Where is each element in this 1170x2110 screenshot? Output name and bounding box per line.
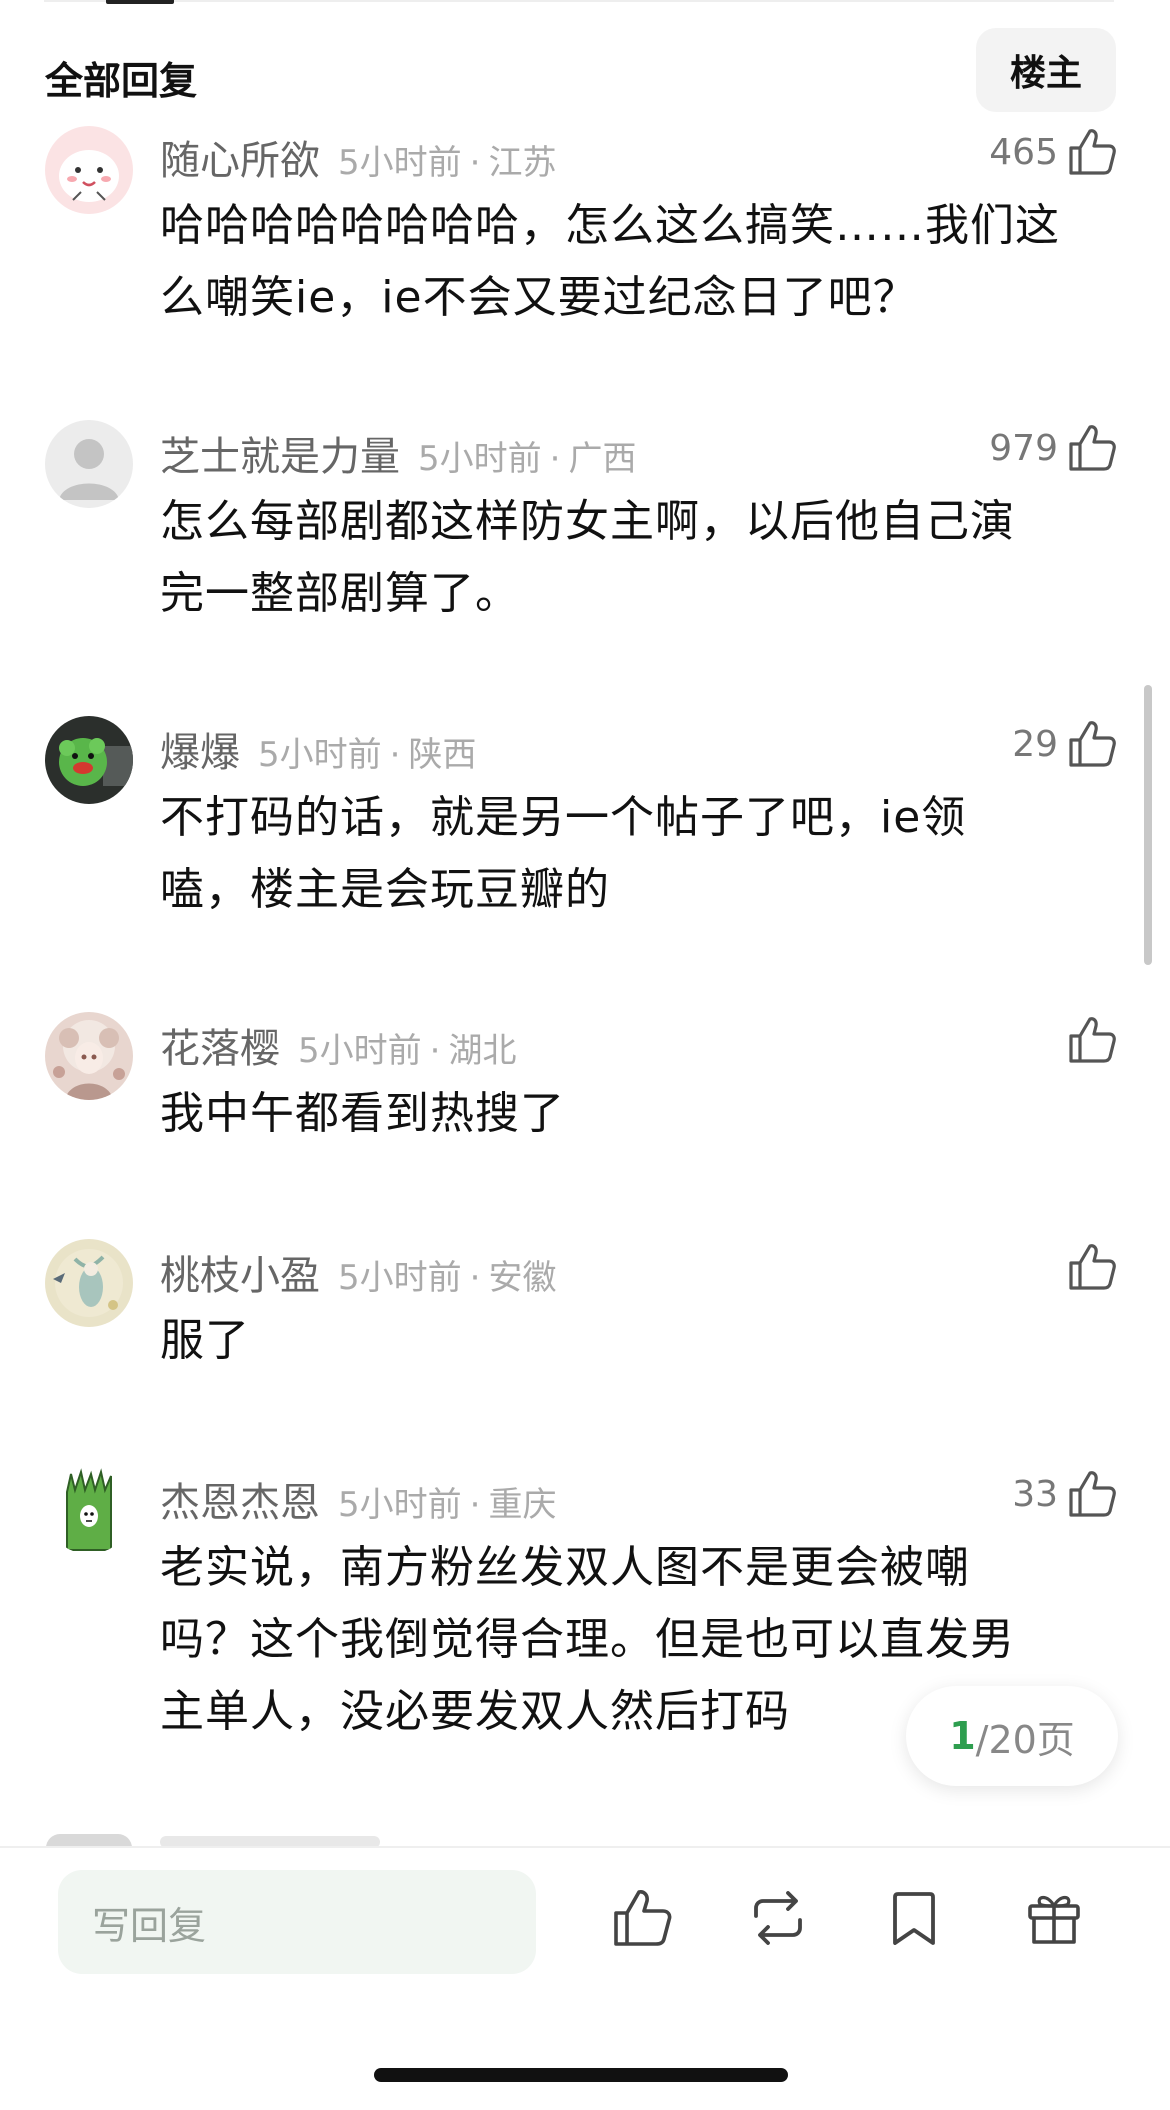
comment-item: 随心所欲 5小时前 · 江苏 465 哈哈哈哈哈哈哈哈，怎么这么搞笑……我们这 … xyxy=(0,126,1170,358)
total-pages: /20页 xyxy=(975,1717,1075,1762)
page: 全部回复 楼主 随心所欲 5小时前 · 江苏 465 哈哈哈哈哈哈哈哈，怎么这么… xyxy=(0,0,1170,2110)
meta-separator: · xyxy=(429,1031,441,1071)
comment-line: 嗑，楼主是会玩豆瓣的 xyxy=(160,864,610,915)
section-header: 全部回复 楼主 xyxy=(0,24,1170,114)
avatar[interactable] xyxy=(45,126,133,214)
all-replies-title: 全部回复 xyxy=(45,59,198,103)
comment-content: 怎么每部剧都这样防女主啊，以后他自己演 完一整部剧算了。 xyxy=(160,486,1120,630)
like-button[interactable]: 979 xyxy=(989,420,1118,476)
current-page: 1 xyxy=(949,1714,976,1758)
like-button[interactable]: 465 xyxy=(989,124,1118,180)
comment-line: 吗？这个我倒觉得合理。但是也可以直发男 xyxy=(160,1614,1015,1665)
comment-location: 江苏 xyxy=(488,143,557,183)
avatar[interactable] xyxy=(45,716,133,804)
comment-meta: 随心所欲 5小时前 · 江苏 xyxy=(160,128,556,184)
comment-content: 不打码的话，就是另一个帖子了吧，ie领 嗑，楼主是会玩豆瓣的 xyxy=(160,782,1120,926)
meta-separator: · xyxy=(469,1485,481,1525)
op-only-button[interactable]: 楼主 xyxy=(976,28,1116,112)
meta-separator: · xyxy=(549,439,561,479)
avatar[interactable] xyxy=(45,1466,133,1554)
comment-item: 爆爆 5小时前 · 陕西 29 不打码的话，就是另一个帖子了吧，ie领 嗑，楼主… xyxy=(0,716,1170,950)
comment-line: 哈哈哈哈哈哈哈哈，怎么这么搞笑……我们这 xyxy=(160,200,1060,251)
comment-location: 广西 xyxy=(568,439,637,479)
like-button[interactable] xyxy=(1058,1239,1118,1295)
scrollbar[interactable] xyxy=(1144,685,1152,965)
comment-time: 5小时前 xyxy=(338,1258,462,1298)
comment-location: 湖北 xyxy=(448,1031,517,1071)
pagination-indicator[interactable]: 1 /20页 xyxy=(906,1686,1118,1786)
comment-time: 5小时前 xyxy=(298,1031,422,1071)
username[interactable]: 随心所欲 xyxy=(160,128,320,186)
comment-time: 5小时前 xyxy=(338,143,462,183)
repost-icon[interactable] xyxy=(746,1886,810,1950)
thumbs-up-icon xyxy=(1069,721,1116,767)
tab-indicator xyxy=(106,0,174,4)
like-button[interactable]: 33 xyxy=(1012,1466,1118,1522)
avatar[interactable] xyxy=(45,1012,133,1100)
like-button[interactable]: 29 xyxy=(1012,716,1118,772)
like-count: 979 xyxy=(989,427,1058,469)
comment-content: 服了 xyxy=(160,1305,1120,1377)
comment-meta: 桃枝小盈 5小时前 · 安徽 xyxy=(160,1243,556,1299)
comment-line: 么嘲笑ie，ie不会又要过纪念日了吧？ xyxy=(160,272,918,323)
comment-location: 安徽 xyxy=(488,1258,557,1298)
comment-item: 花落樱 5小时前 · 湖北 我中午都看到热搜了 xyxy=(0,1012,1170,1176)
comment-location: 重庆 xyxy=(488,1485,557,1525)
home-indicator xyxy=(374,2068,788,2082)
comment-content: 我中午都看到热搜了 xyxy=(160,1078,1120,1150)
thumbs-up-icon xyxy=(1069,1244,1116,1290)
username[interactable]: 芝士就是力量 xyxy=(160,424,400,482)
like-icon[interactable] xyxy=(610,1886,674,1950)
comment-line: 服了 xyxy=(160,1315,250,1366)
username[interactable]: 杰恩杰恩 xyxy=(160,1470,320,1528)
meta-separator: · xyxy=(389,735,401,775)
comment-location: 陕西 xyxy=(408,735,477,775)
thumbs-up-icon xyxy=(1069,425,1116,471)
comment-line: 老实说，南方粉丝发双人图不是更会被嘲 xyxy=(160,1542,970,1593)
comment-item: 桃枝小盈 5小时前 · 安徽 服了 xyxy=(0,1239,1170,1403)
username[interactable]: 花落樱 xyxy=(160,1016,280,1074)
comment-meta: 花落樱 5小时前 · 湖北 xyxy=(160,1016,516,1072)
bottom-action-bar: 写回复 xyxy=(0,1846,1170,2110)
comment-line: 完一整部剧算了。 xyxy=(160,568,520,619)
like-count: 29 xyxy=(1012,723,1058,765)
comment-content: 哈哈哈哈哈哈哈哈，怎么这么搞笑……我们这 么嘲笑ie，ie不会又要过纪念日了吧？ xyxy=(160,190,1120,334)
thumbs-up-icon xyxy=(1069,129,1116,175)
thumbs-up-icon xyxy=(1069,1471,1116,1517)
comment-meta: 爆爆 5小时前 · 陕西 xyxy=(160,720,476,776)
comment-time: 5小时前 xyxy=(258,735,382,775)
top-divider xyxy=(44,0,1114,2)
comment-meta: 芝士就是力量 5小时前 · 广西 xyxy=(160,424,636,480)
comment-time: 5小时前 xyxy=(338,1485,462,1525)
comment-time: 5小时前 xyxy=(418,439,542,479)
gift-icon[interactable] xyxy=(1022,1886,1086,1950)
comment-line: 我中午都看到热搜了 xyxy=(160,1088,565,1139)
meta-separator: · xyxy=(469,1258,481,1298)
bookmark-icon[interactable] xyxy=(882,1886,946,1950)
comment-meta: 杰恩杰恩 5小时前 · 重庆 xyxy=(160,1470,556,1526)
like-button[interactable] xyxy=(1058,1012,1118,1068)
username[interactable]: 桃枝小盈 xyxy=(160,1243,320,1301)
avatar[interactable] xyxy=(45,420,133,508)
like-count: 465 xyxy=(989,131,1058,173)
like-count: 33 xyxy=(1012,1473,1058,1515)
avatar[interactable] xyxy=(45,1239,133,1327)
reply-input[interactable]: 写回复 xyxy=(58,1870,536,1974)
meta-separator: · xyxy=(469,143,481,183)
comment-line: 不打码的话，就是另一个帖子了吧，ie领 xyxy=(160,792,967,843)
thumbs-up-icon xyxy=(1069,1017,1116,1063)
comment-item: 芝士就是力量 5小时前 · 广西 979 怎么每部剧都这样防女主啊，以后他自己演… xyxy=(0,420,1170,654)
comment-line: 怎么每部剧都这样防女主啊，以后他自己演 xyxy=(160,496,1015,547)
username[interactable]: 爆爆 xyxy=(160,720,240,778)
